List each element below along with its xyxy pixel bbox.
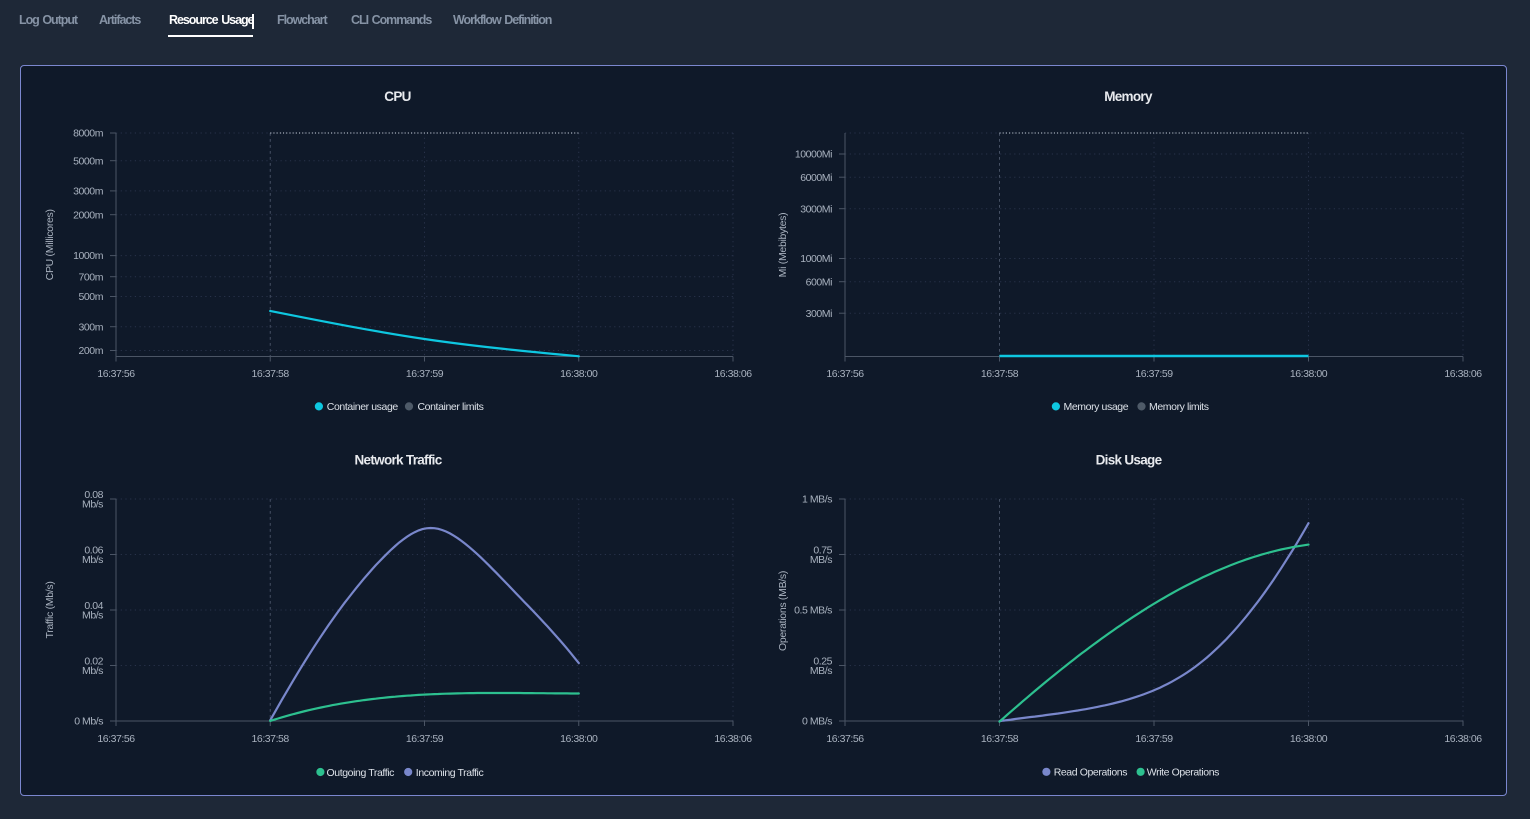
- svg-text:16:37:56: 16:37:56: [826, 733, 864, 745]
- svg-text:Operations (MB/s): Operations (MB/s): [777, 571, 789, 651]
- svg-text:16:38:00: 16:38:00: [1290, 733, 1328, 745]
- svg-text:300Mi: 300Mi: [806, 308, 832, 320]
- svg-text:16:37:59: 16:37:59: [406, 368, 444, 380]
- svg-text:16:37:59: 16:37:59: [406, 733, 444, 745]
- svg-text:16:38:00: 16:38:00: [560, 733, 598, 745]
- svg-text:600Mi: 600Mi: [806, 276, 832, 288]
- svg-text:200m: 200m: [79, 345, 104, 357]
- svg-text:0 Mb/s: 0 Mb/s: [74, 716, 103, 728]
- svg-text:Memory: Memory: [1104, 89, 1153, 104]
- svg-text:16:37:56: 16:37:56: [97, 368, 135, 380]
- svg-text:300m: 300m: [79, 321, 104, 333]
- svg-text:MB/s: MB/s: [810, 554, 832, 566]
- svg-text:Container usage: Container usage: [327, 401, 399, 413]
- svg-text:Memory usage: Memory usage: [1064, 401, 1129, 413]
- svg-text:MB/s: MB/s: [810, 665, 832, 677]
- svg-text:1 MB/s: 1 MB/s: [802, 494, 832, 506]
- svg-text:Disk Usage: Disk Usage: [1096, 453, 1163, 468]
- svg-text:16:38:06: 16:38:06: [714, 368, 752, 380]
- svg-text:16:37:58: 16:37:58: [252, 733, 290, 745]
- svg-text:16:37:59: 16:37:59: [1135, 733, 1173, 745]
- svg-text:Mb/s: Mb/s: [82, 498, 103, 510]
- svg-text:Traffic (Mb/s): Traffic (Mb/s): [44, 581, 56, 638]
- svg-text:Container limits: Container limits: [418, 401, 484, 413]
- svg-text:500m: 500m: [79, 291, 104, 303]
- svg-text:16:38:06: 16:38:06: [714, 733, 752, 745]
- svg-text:CPU (Millicores): CPU (Millicores): [44, 209, 56, 280]
- svg-text:3000m: 3000m: [73, 186, 104, 198]
- svg-text:16:37:58: 16:37:58: [981, 368, 1019, 380]
- svg-text:1000m: 1000m: [73, 250, 104, 262]
- svg-text:16:37:58: 16:37:58: [981, 733, 1019, 745]
- svg-text:16:38:06: 16:38:06: [1444, 733, 1482, 745]
- svg-text:16:38:00: 16:38:00: [560, 368, 598, 380]
- svg-text:Mb/s: Mb/s: [82, 665, 103, 677]
- svg-text:Memory limits: Memory limits: [1149, 401, 1209, 413]
- svg-text:1000Mi: 1000Mi: [800, 253, 832, 265]
- svg-text:16:37:56: 16:37:56: [826, 368, 864, 380]
- svg-text:700m: 700m: [79, 271, 104, 283]
- svg-text:16:37:59: 16:37:59: [1135, 368, 1173, 380]
- svg-text:3000Mi: 3000Mi: [800, 203, 832, 215]
- svg-text:16:37:56: 16:37:56: [97, 733, 135, 745]
- svg-text:Mb/s: Mb/s: [82, 609, 103, 621]
- svg-text:CPU: CPU: [384, 89, 410, 104]
- svg-text:Incoming Traffic: Incoming Traffic: [416, 767, 484, 779]
- svg-text:16:37:58: 16:37:58: [252, 368, 290, 380]
- svg-text:16:38:06: 16:38:06: [1444, 368, 1482, 380]
- svg-text:Write Operations: Write Operations: [1147, 767, 1219, 779]
- svg-text:10000Mi: 10000Mi: [795, 149, 832, 161]
- svg-text:Network Traffic: Network Traffic: [354, 453, 442, 468]
- svg-text:5000m: 5000m: [73, 155, 104, 167]
- svg-text:8000m: 8000m: [73, 128, 104, 140]
- svg-text:0 MB/s: 0 MB/s: [802, 716, 832, 728]
- svg-text:Mb/s: Mb/s: [82, 554, 103, 566]
- svg-text:0.5 MB/s: 0.5 MB/s: [794, 605, 832, 617]
- svg-text:16:38:00: 16:38:00: [1290, 368, 1328, 380]
- svg-text:2000m: 2000m: [73, 209, 104, 221]
- svg-text:Outgoing Traffic: Outgoing Traffic: [327, 767, 395, 779]
- svg-text:Read Operations: Read Operations: [1054, 767, 1128, 779]
- svg-text:Mi (Mebibytes): Mi (Mebibytes): [777, 213, 789, 278]
- svg-text:6000Mi: 6000Mi: [800, 172, 832, 184]
